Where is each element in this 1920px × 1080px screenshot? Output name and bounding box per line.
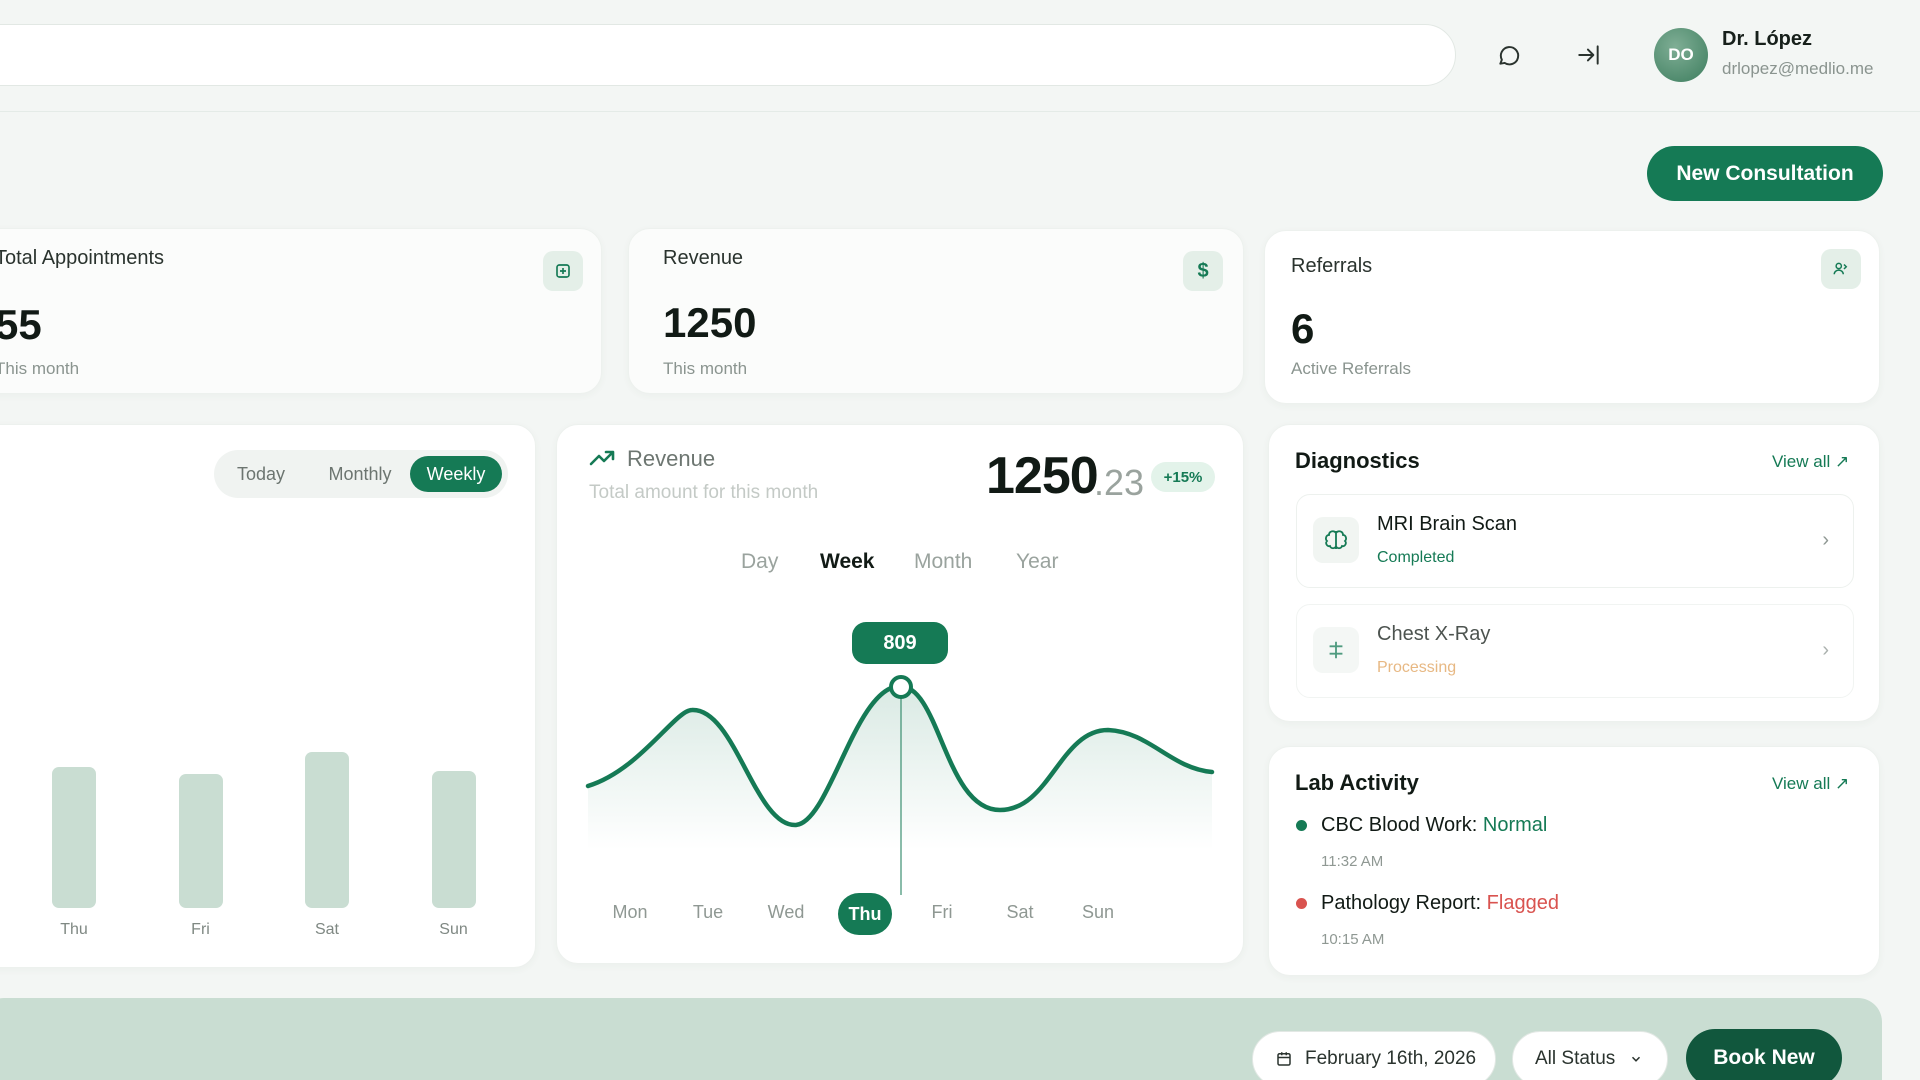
day-tue[interactable]: Tue — [678, 902, 738, 923]
revenue-card: Revenue 1250 This month $ — [628, 228, 1244, 394]
chart-tick-label: Sat — [314, 921, 339, 938]
status-filter-value: All Status — [1535, 1048, 1616, 1069]
user-name: Dr. López — [1722, 28, 1813, 50]
appointments-card: Total Appointments 55 This month — [0, 228, 602, 394]
plus-medical-icon — [1313, 627, 1359, 673]
date-picker[interactable]: February 16th, 2026 — [1252, 1031, 1496, 1080]
appointments-label: Total Appointments — [0, 247, 164, 269]
referrals-card: Referrals 6 Active Referrals — [1264, 230, 1880, 404]
referrals-label: Referrals — [1291, 255, 1373, 277]
appointments-sub: This month — [0, 359, 80, 378]
tooltip-point — [889, 675, 913, 699]
appointments-value: 55 — [0, 301, 42, 348]
lab-item[interactable]: CBC Blood Work: Normal — [1321, 814, 1547, 837]
lab-result: Normal — [1482, 814, 1548, 836]
new-consultation-button[interactable]: New Consultation — [1647, 146, 1883, 201]
search-input[interactable] — [0, 24, 1456, 86]
chevron-down-icon — [1629, 1052, 1643, 1066]
lab-activity-title: Lab Activity — [1295, 770, 1419, 795]
day-thu[interactable]: Thu — [838, 893, 892, 935]
book-new-button[interactable]: Book New — [1686, 1029, 1842, 1080]
chevron-right-icon: › — [1822, 639, 1829, 661]
chart-bar-sat — [305, 751, 349, 908]
chart-bar-fri — [178, 774, 223, 908]
referrals-value: 6 — [1291, 305, 1315, 352]
period-month[interactable]: Month — [914, 550, 972, 574]
date-picker-value: February 16th, 2026 — [1305, 1048, 1477, 1069]
diagnostic-status: Completed — [1377, 549, 1455, 566]
diagnostic-name: Chest X-Ray — [1377, 623, 1491, 645]
revenue-label: Revenue — [663, 247, 744, 269]
user-email: drlopez@medlio.me — [1722, 59, 1874, 78]
top-bar: DO Dr. López drlopez@medlio.me — [0, 0, 1920, 112]
diagnostics-view-all-link[interactable]: View all ↗ — [1772, 452, 1849, 472]
lab-view-all-link[interactable]: View all ↗ — [1772, 774, 1849, 794]
trend-up-icon — [589, 446, 617, 475]
chat-icon[interactable] — [1492, 38, 1526, 72]
status-dot — [1296, 898, 1307, 909]
chart-tick-label: Fri — [191, 921, 210, 938]
lab-test-name: Pathology Report: — [1321, 892, 1482, 914]
diagnostic-item[interactable]: MRI Brain Scan Completed › — [1296, 494, 1854, 588]
dollar-icon: $ — [1183, 251, 1223, 291]
view-all-label: View all — [1772, 774, 1831, 793]
external-arrow-icon: ↗ — [1835, 452, 1850, 471]
day-sun[interactable]: Sun — [1068, 902, 1128, 923]
status-dot — [1296, 820, 1307, 831]
day-wed[interactable]: Wed — [756, 902, 816, 923]
chart-bar-thu — [52, 766, 96, 908]
day-mon[interactable]: Mon — [600, 902, 660, 923]
lab-item[interactable]: Pathology Report: Flagged — [1321, 892, 1559, 915]
period-day[interactable]: Day — [741, 550, 778, 574]
calendar-icon — [1275, 1050, 1293, 1068]
diagnostics-title: Diagnostics — [1295, 448, 1420, 473]
revenue-amount-decimal: .23 — [1094, 462, 1145, 503]
period-week[interactable]: Week — [820, 550, 874, 574]
segment-weekly[interactable]: Weekly — [410, 456, 502, 492]
referrals-sub: Active Referrals — [1291, 359, 1411, 378]
user-share-icon — [1821, 249, 1861, 289]
day-sat[interactable]: Sat — [990, 902, 1050, 923]
revenue-chart-subtitle: Total amount for this month — [589, 482, 819, 503]
calendar-plus-icon — [543, 251, 583, 291]
chart-tick-label: Sun — [439, 921, 468, 938]
revenue-change-badge: +15% — [1151, 462, 1215, 492]
lab-result: Flagged — [1486, 892, 1559, 914]
chart-tick-label: Thu — [60, 921, 88, 938]
avatar[interactable]: DO — [1654, 28, 1708, 82]
period-year[interactable]: Year — [1016, 550, 1058, 574]
brain-icon — [1313, 517, 1359, 563]
status-filter-select[interactable]: All Status — [1512, 1031, 1668, 1080]
lab-time: 10:15 AM — [1321, 931, 1385, 948]
view-all-label: View all — [1772, 452, 1831, 471]
external-arrow-icon: ↗ — [1835, 774, 1850, 793]
diagnostic-item[interactable]: Chest X-Ray Processing › — [1296, 604, 1854, 698]
revenue-value: 1250 — [663, 299, 757, 346]
lab-time: 11:32 AM — [1321, 853, 1384, 870]
day-fri[interactable]: Fri — [912, 902, 972, 923]
chart-bar-sun — [431, 770, 476, 908]
chart-tooltip: 809 — [852, 622, 948, 664]
diagnostic-name: MRI Brain Scan — [1377, 513, 1518, 535]
logout-icon[interactable] — [1572, 38, 1606, 72]
range-segmented-control: Today Monthly Weekly — [214, 450, 508, 498]
lab-test-name: CBC Blood Work: — [1321, 814, 1478, 836]
segment-today[interactable]: Today — [214, 456, 308, 492]
chevron-right-icon: › — [1822, 529, 1829, 551]
revenue-sub: This month — [663, 359, 748, 378]
segment-monthly[interactable]: Monthly — [310, 456, 410, 492]
diagnostic-status: Processing — [1377, 659, 1457, 676]
revenue-amount: 1250 — [986, 447, 1099, 505]
revenue-chart-title: Revenue — [627, 446, 716, 471]
